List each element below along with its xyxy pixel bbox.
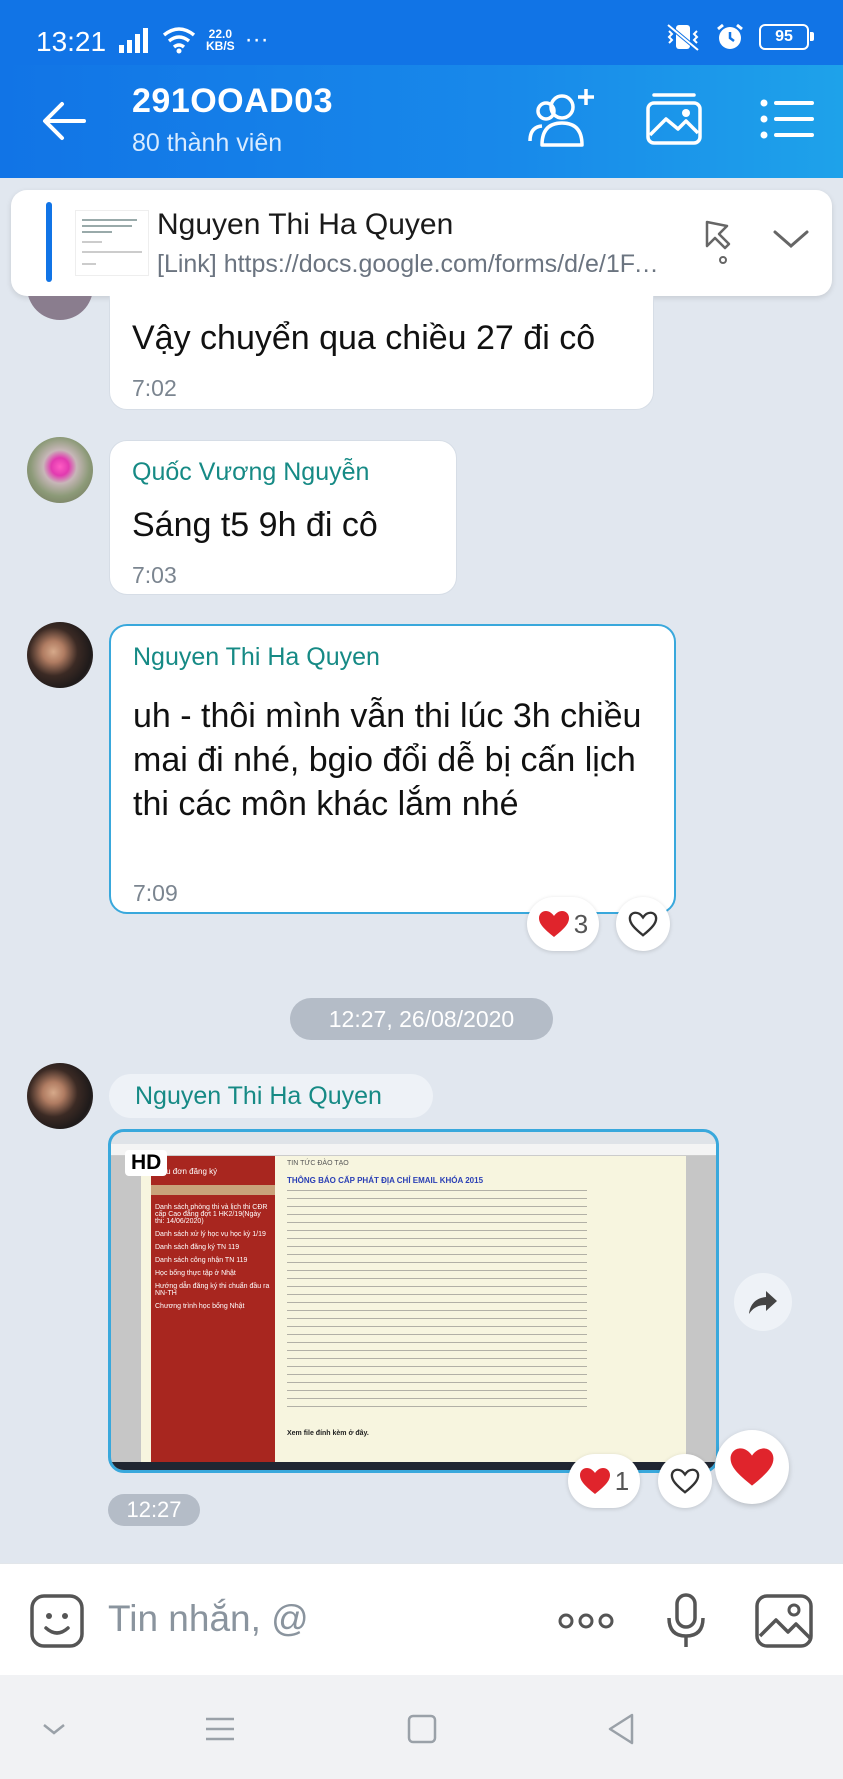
sender-name[interactable]: Nguyen Thi Ha Quyen (133, 643, 380, 672)
date-separator: 12:27, 26/08/2020 (290, 998, 553, 1040)
screenshot-menu-item: Chương trình học bổng Nhật (155, 1303, 245, 1310)
avatar[interactable] (27, 1063, 93, 1129)
image-attachment[interactable]: Mẫu đơn đăng ký Danh sách phòng thi và l… (108, 1129, 719, 1473)
message-bubble[interactable]: Nguyen Thi Ha Quyen uh - thôi mình vẫn t… (109, 624, 676, 914)
message-time: 12:27 (108, 1494, 200, 1526)
message-text: uh - thôi mình vẫn thi lúc 3h chiều mai … (133, 697, 642, 823)
net-speed: 22.0 KB/S (206, 28, 235, 52)
screenshot-menu-item: Hướng dẫn đăng ký thi chuẩn đầu ra NN-TH (155, 1283, 270, 1297)
message-time: 7:02 (132, 375, 177, 401)
vibrate-icon (666, 23, 700, 52)
screenshot-body (287, 1190, 587, 1410)
message-bubble[interactable]: Vậy chuyển qua chiều 27 đi cô 7:02 (109, 296, 654, 410)
status-bar: 13:21 22.0 KB/S ··· 95 (0, 0, 843, 65)
share-button[interactable] (734, 1273, 792, 1331)
pinned-accent-bar (46, 202, 52, 282)
pinned-message[interactable]: Nguyen Thi Ha Quyen [Link] https://docs.… (11, 190, 832, 296)
nav-menu-icon[interactable] (200, 1709, 240, 1749)
media-gallery-icon[interactable] (640, 87, 710, 151)
screenshot-menu: Mẫu đơn đăng ký Danh sách phòng thi và l… (151, 1156, 275, 1468)
message-time: 7:03 (132, 562, 177, 588)
screenshot-menu-item: Danh sách đăng ký TN 119 (155, 1244, 240, 1251)
screenshot-menu-item: Danh sách phòng thi và lịch thi CĐR cấp … (155, 1204, 268, 1225)
alarm-icon (717, 23, 743, 49)
hd-badge: HD (125, 1150, 168, 1176)
screenshot-menu-divider (151, 1185, 275, 1195)
nav-home-icon[interactable] (402, 1709, 442, 1749)
reaction-number: 1 (614, 1465, 630, 1496)
heart-outline-icon (670, 1468, 700, 1494)
heart-icon (579, 1468, 610, 1494)
quick-heart-button[interactable] (715, 1430, 789, 1504)
back-arrow-icon[interactable] (38, 95, 90, 147)
sender-name[interactable]: Nguyen Thi Ha Quyen (109, 1074, 433, 1118)
react-button[interactable] (616, 897, 670, 951)
message-bubble[interactable]: Quốc Vương Nguyễn Sáng t5 9h đi cô 7:03 (109, 440, 457, 595)
screenshot-menu-item: Học bổng thực tập ở Nhật (155, 1270, 236, 1277)
screenshot-bookmarks (111, 1144, 716, 1156)
screenshot-menu-item: Mẫu đơn đăng ký (155, 1167, 218, 1176)
more-options-icon[interactable] (556, 1592, 616, 1650)
message-input-bar: Tin nhắn, @ (0, 1563, 843, 1675)
screenshot-heading: THÔNG BÁO CẤP PHÁT ĐỊA CHỈ EMAIL KHÓA 20… (287, 1176, 484, 1185)
battery-indicator: 95 (759, 24, 814, 50)
nav-collapse-icon[interactable] (34, 1709, 74, 1749)
wifi-icon (162, 27, 196, 54)
pin-icon[interactable] (693, 212, 749, 268)
status-time: 13:21 (36, 26, 107, 57)
image-picker-icon[interactable] (754, 1592, 814, 1650)
menu-list-icon[interactable] (752, 87, 822, 151)
pinned-link[interactable]: [Link] https://docs.google.com/forms/d/e… (157, 250, 672, 279)
avatar[interactable] (27, 622, 93, 688)
net-speed-unit: KB/S (206, 39, 235, 53)
sender-name[interactable]: Quốc Vương Nguyễn (132, 458, 369, 487)
chevron-down-icon[interactable] (763, 212, 819, 268)
react-button[interactable] (658, 1454, 712, 1508)
message-text: Vậy chuyển qua chiều 27 đi cô (132, 319, 596, 357)
heart-icon (730, 1448, 774, 1486)
reaction-number: 3 (573, 908, 589, 939)
nav-back-icon[interactable] (602, 1709, 642, 1749)
screenshot-tabbar (111, 1132, 716, 1144)
forward-arrow-icon (749, 1291, 777, 1314)
status-more: ··· (244, 26, 269, 53)
pinned-title: Nguyen Thi Ha Quyen (157, 208, 454, 241)
screenshot-menu-item: Danh sách công nhận TN 119 (155, 1257, 248, 1264)
sticker-icon[interactable] (28, 1592, 88, 1650)
screenshot-menu-item: Danh sách xử lý học vụ học kỳ 1/19 (155, 1231, 266, 1238)
reaction-count[interactable]: 1 (568, 1454, 640, 1508)
screenshot-link: Xem file đính kèm ở đây. (287, 1430, 369, 1437)
message-input[interactable]: Tin nhắn, @ (108, 1598, 309, 1640)
system-nav-bar (0, 1675, 843, 1779)
screenshot-section: TIN TỨC ĐÀO TẠO (287, 1160, 349, 1167)
heart-icon (538, 911, 569, 937)
message-text: Sáng t5 9h đi cô (132, 506, 378, 544)
avatar[interactable] (27, 437, 93, 503)
reaction-count[interactable]: 3 (527, 897, 599, 951)
signal-icon (119, 28, 148, 53)
add-member-icon[interactable] (526, 87, 596, 151)
chat-header: 291OOAD03 80 thành viên (0, 65, 843, 178)
pinned-thumbnail (75, 210, 149, 276)
heart-outline-icon (628, 911, 658, 937)
message-time: 7:09 (133, 880, 178, 906)
microphone-icon[interactable] (656, 1592, 716, 1650)
group-name[interactable]: 291OOAD03 (132, 82, 333, 121)
member-count[interactable]: 80 thành viên (132, 129, 282, 158)
